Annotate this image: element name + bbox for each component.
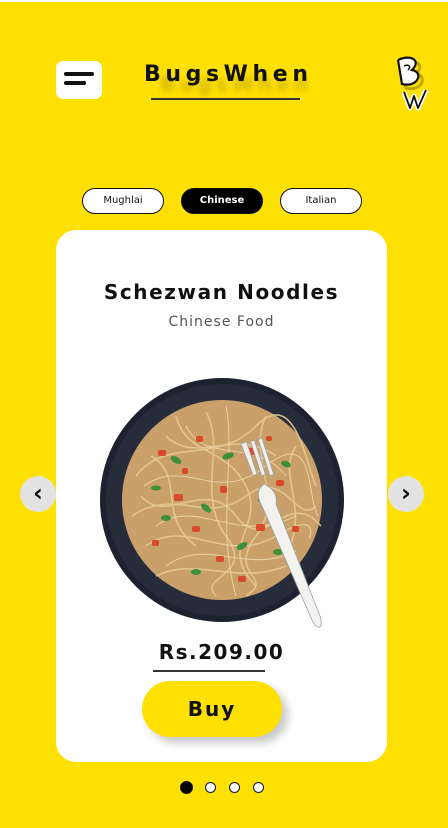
brand-underline (151, 98, 300, 100)
dish-title: Schezwan Noodles (103, 280, 340, 304)
tab-italian[interactable]: Italian (280, 188, 362, 214)
tab-chinese[interactable]: Chinese (181, 188, 263, 214)
brand-title: BugsWhen (144, 62, 313, 87)
chevron-right-icon[interactable]: › (388, 476, 424, 512)
category-tabs: Mughlai Chinese Italian (0, 188, 448, 214)
pagination-dot[interactable] (180, 781, 193, 794)
pagination-dot[interactable] (229, 782, 240, 793)
price-underline (153, 670, 265, 672)
hamburger-menu-icon-line (64, 81, 86, 85)
app-screen: BugsWhen BugsWhen Mughlai Chinese Italia… (0, 2, 448, 828)
bw-logo-icon[interactable] (388, 52, 436, 116)
tab-mughlai[interactable]: Mughlai (82, 188, 164, 214)
hamburger-menu-icon (64, 72, 94, 76)
dish-subtitle: Chinese Food (168, 314, 275, 330)
pagination-dot[interactable] (205, 782, 216, 793)
dish-price: Rs.209.00 (158, 640, 285, 664)
carousel-pagination (0, 781, 448, 798)
noodles-plate-image (96, 376, 356, 636)
buy-button[interactable]: Buy (142, 681, 282, 737)
menu-button[interactable] (56, 61, 102, 99)
pagination-dot[interactable] (253, 782, 264, 793)
chevron-left-icon[interactable]: ‹ (20, 476, 56, 512)
food-card: Schezwan Noodles Chinese Food Rs.209.00 … (56, 230, 387, 762)
